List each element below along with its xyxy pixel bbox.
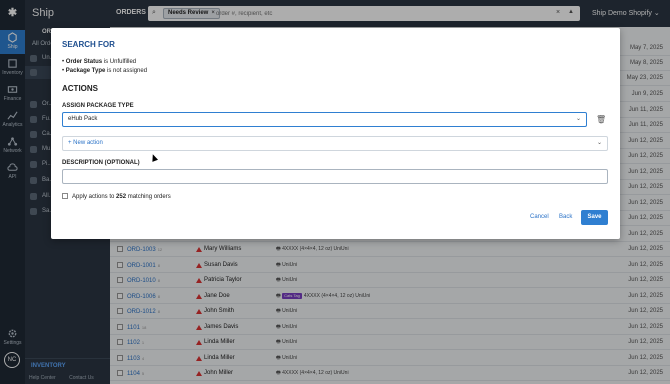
actions-heading: ACTIONS (62, 84, 98, 93)
apply-row: Apply actions to 252 matching orders (62, 193, 171, 201)
trash-icon[interactable]: 🗑 (596, 115, 606, 124)
save-button[interactable]: Save (581, 210, 608, 225)
search-for-heading: SEARCH FOR (62, 40, 115, 49)
assign-package-label: ASSIGN PACKAGE TYPE (62, 103, 134, 109)
new-action-select[interactable]: + New action ⌄ (62, 136, 608, 151)
back-button[interactable]: Back (559, 214, 572, 220)
description-label: DESCRIPTION (OPTIONAL) (62, 160, 140, 166)
bulk-action-modal: SEARCH FOR • Order Status is Unfulfilled… (51, 28, 620, 239)
criteria-item: • Package Type is not assigned (62, 68, 148, 74)
chevron-down-icon: ⌄ (596, 140, 602, 146)
package-type-select[interactable]: eHub Pack ⌄ (62, 112, 587, 127)
criteria-item: • Order Status is Unfulfilled (62, 59, 137, 65)
description-input[interactable] (62, 169, 608, 184)
chevron-down-icon: ⌄ (575, 116, 581, 122)
apply-checkbox[interactable] (62, 193, 68, 200)
cancel-button[interactable]: Cancel (530, 214, 549, 220)
